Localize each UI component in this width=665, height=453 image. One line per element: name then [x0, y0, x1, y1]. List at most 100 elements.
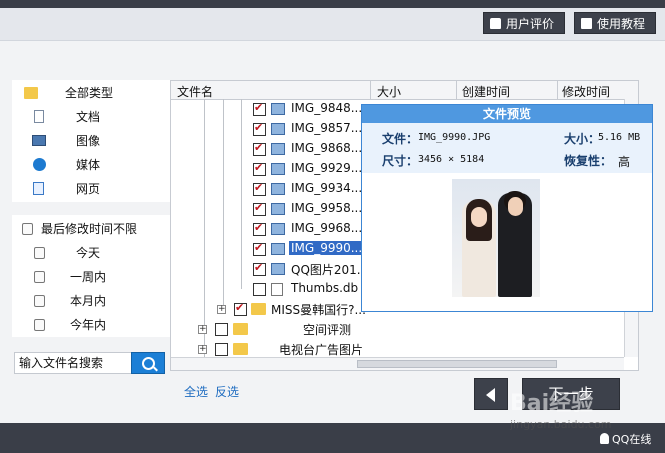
- time-filter-title[interactable]: 最后修改时间不限: [12, 217, 170, 241]
- header-bar: 用户评价 使用教程: [0, 8, 665, 41]
- category-documents[interactable]: 文档: [12, 105, 170, 129]
- file-checkbox[interactable]: [253, 241, 266, 256]
- qq-online-button[interactable]: QQ在线: [600, 431, 651, 447]
- help-book-icon: [581, 18, 592, 29]
- dims-value: 3456 × 5184: [418, 154, 485, 165]
- horizontal-scrollbar[interactable]: [171, 357, 624, 370]
- image-file-icon: [271, 203, 285, 215]
- col-modified[interactable]: 修改时间: [562, 83, 610, 100]
- clock-icon: [22, 223, 33, 235]
- scrollbar-thumb[interactable]: [357, 360, 557, 368]
- file-name: IMG_9848...: [291, 101, 363, 115]
- size-label: 大小：: [564, 132, 601, 146]
- file-preview-popup: 文件预览 文件： IMG_9990.JPG 大小： 5.16 MB 尺寸： 34…: [361, 104, 653, 312]
- database-file-icon: [271, 283, 283, 296]
- size-value: 5.16 MB: [598, 132, 641, 143]
- search-icon: [142, 357, 155, 370]
- file-value: IMG_9990.JPG: [418, 132, 491, 143]
- image-file-icon: [271, 163, 285, 175]
- category-all[interactable]: 全部类型: [12, 81, 170, 105]
- file-name: QQ图片201...: [291, 263, 369, 277]
- media-icon: [33, 158, 46, 171]
- time-filter-label: 今年内: [70, 318, 107, 332]
- arrow-left-icon: [486, 388, 495, 402]
- folder-name: MISS曼韩国行?...: [271, 303, 366, 317]
- file-name: IMG_9968...: [291, 221, 363, 235]
- file-checkbox[interactable]: [253, 261, 266, 276]
- folder-row[interactable]: + 空间评测: [171, 319, 638, 339]
- time-filter-label: 本月内: [70, 294, 107, 308]
- folder-checkbox[interactable]: [234, 301, 247, 316]
- folder-icon: [251, 303, 266, 315]
- category-label: 全部类型: [65, 86, 114, 100]
- col-name[interactable]: 文件名: [177, 83, 213, 100]
- col-size[interactable]: 大小: [377, 83, 401, 100]
- thumbs-up-icon: [490, 18, 501, 29]
- invert-selection-link[interactable]: 反选: [215, 383, 239, 400]
- time-filter-label: 今天: [76, 246, 101, 260]
- tutorial-label: 使用教程: [597, 17, 646, 31]
- webpage-icon: [33, 182, 44, 195]
- time-filter-year[interactable]: 今年内: [12, 313, 170, 337]
- file-checkbox[interactable]: [253, 101, 266, 116]
- category-label: 图像: [76, 134, 101, 148]
- back-button[interactable]: [474, 378, 508, 410]
- select-all-link[interactable]: 全选: [184, 383, 208, 400]
- time-filter-week[interactable]: 一周内: [12, 265, 170, 289]
- expand-icon[interactable]: +: [198, 325, 207, 334]
- image-file-icon: [271, 123, 285, 135]
- preview-photo: [452, 179, 540, 297]
- document-icon: [34, 110, 44, 123]
- folder-name: 空间评测: [303, 323, 352, 337]
- person-figure: [498, 191, 532, 297]
- file-checkbox[interactable]: [253, 161, 266, 176]
- file-checkbox[interactable]: [253, 283, 266, 296]
- file-checkbox[interactable]: [253, 121, 266, 136]
- time-filter-label: 最后修改时间不限: [41, 222, 138, 236]
- file-name: IMG_9934...: [291, 181, 363, 195]
- time-filter-today[interactable]: 今天: [12, 241, 170, 265]
- image-icon: [32, 135, 46, 146]
- qq-online-label: QQ在线: [612, 433, 652, 446]
- clock-icon: [34, 247, 45, 259]
- user-review-button[interactable]: 用户评价: [483, 12, 565, 34]
- expand-icon[interactable]: +: [217, 305, 226, 314]
- user-review-label: 用户评价: [506, 17, 555, 31]
- file-name: IMG_9990....: [289, 241, 368, 255]
- file-checkbox[interactable]: [253, 141, 266, 156]
- preview-image-area: [362, 173, 652, 311]
- category-images[interactable]: 图像: [12, 129, 170, 153]
- col-created[interactable]: 创建时间: [462, 83, 510, 100]
- folder-row[interactable]: + 电视台广告图片: [171, 339, 638, 359]
- time-filter-month[interactable]: 本月内: [12, 289, 170, 313]
- watermark-url: jingyan.baidu.com: [510, 418, 612, 431]
- file-name: Thumbs.db: [291, 281, 359, 295]
- file-checkbox[interactable]: [253, 181, 266, 196]
- category-media[interactable]: 媒体: [12, 153, 170, 177]
- qq-penguin-icon: [600, 433, 609, 444]
- file-name: IMG_9929...: [291, 161, 363, 175]
- search-button[interactable]: [131, 352, 165, 374]
- image-file-icon: [271, 263, 285, 275]
- folder-icon: [233, 343, 248, 355]
- folder-checkbox[interactable]: [215, 343, 228, 356]
- recover-label: 恢复性：: [564, 154, 613, 168]
- file-name: IMG_9857...: [291, 121, 363, 135]
- folder-checkbox[interactable]: [215, 323, 228, 336]
- clock-icon: [34, 295, 45, 307]
- tutorial-button[interactable]: 使用教程: [574, 12, 656, 34]
- time-filter-label: 一周内: [70, 270, 107, 284]
- image-file-icon: [271, 183, 285, 195]
- search-input[interactable]: 输入文件名搜索: [14, 352, 132, 374]
- image-file-icon: [271, 143, 285, 155]
- expand-icon[interactable]: +: [198, 345, 207, 354]
- category-webpages[interactable]: 网页: [12, 177, 170, 201]
- file-name: IMG_9868...: [291, 141, 363, 155]
- file-checkbox[interactable]: [253, 221, 266, 236]
- file-checkbox[interactable]: [253, 201, 266, 216]
- person-figure: [462, 199, 496, 297]
- file-label: 文件：: [382, 132, 419, 146]
- preview-info: 文件： IMG_9990.JPG 大小： 5.16 MB 尺寸： 3456 × …: [362, 123, 652, 173]
- column-header: 文件名 大小 创建时间 修改时间: [171, 81, 638, 100]
- clock-icon: [34, 271, 45, 283]
